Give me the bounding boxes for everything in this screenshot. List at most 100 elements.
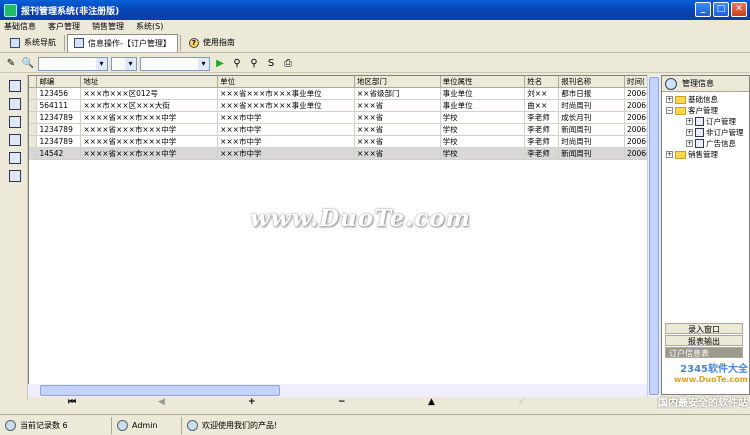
table-cell[interactable]: ×××省: [354, 123, 441, 136]
table-cell[interactable]: 李老师: [524, 111, 560, 124]
table-cell[interactable]: 事业单位: [440, 99, 526, 112]
table-cell[interactable]: 事业单位: [440, 87, 526, 100]
table-cell[interactable]: 14542: [36, 147, 82, 160]
table-row[interactable]: 564111 ×××市×××区×××大街 ×××省×××市×××事业单位 ×××省 事业…: [29, 99, 659, 112]
list-view-icon[interactable]: [9, 80, 21, 92]
row-indicator[interactable]: [29, 147, 38, 160]
filter-field-combo[interactable]: [38, 56, 108, 71]
find-next-icon[interactable]: ⚲: [247, 57, 261, 71]
insert-record-button[interactable]: +: [248, 397, 256, 407]
table-cell[interactable]: ××××省×××市×××中学: [80, 135, 219, 148]
table-cell[interactable]: ×××市中学: [217, 111, 355, 124]
prior-record-button[interactable]: ◀: [158, 397, 165, 407]
minimize-button[interactable]: _: [695, 2, 711, 17]
row-indicator[interactable]: [29, 99, 38, 112]
table-cell[interactable]: 1234789: [36, 111, 82, 124]
table-row[interactable]: 14542 ××××省×××市×××中学 ×××市中学 ×××省 学校 李老师 新闻周刊 20…: [29, 147, 659, 160]
table-row[interactable]: 1234789 ××××省×××市×××中学 ×××市中学 ×××省 学校 李老师 成长月刊…: [29, 111, 659, 124]
table-cell[interactable]: ×××市×××区×××大街: [80, 99, 219, 112]
row-indicator[interactable]: [29, 123, 38, 136]
close-button[interactable]: ✕: [731, 2, 747, 17]
entry-window-button[interactable]: 录入窗口: [665, 323, 743, 334]
table-cell[interactable]: 学校: [440, 147, 526, 160]
first-record-button[interactable]: ⏮: [68, 397, 76, 407]
table-cell[interactable]: 刘××: [524, 87, 560, 100]
table-cell[interactable]: 李老师: [524, 123, 560, 136]
filter-value-combo[interactable]: [140, 56, 210, 71]
table-cell[interactable]: ××××省×××市×××中学: [80, 111, 219, 124]
table-cell[interactable]: 时尚周刊: [558, 99, 625, 112]
edit-pencil-icon[interactable]: ✎: [4, 57, 18, 71]
table-cell[interactable]: 564111: [36, 99, 82, 112]
search-icon[interactable]: 🔍: [21, 57, 35, 71]
filter-operator-combo[interactable]: [111, 56, 137, 71]
table-row[interactable]: 123456 ×××市×××区012号 ×××省×××市×××事业单位 ××省级部门事…: [29, 87, 659, 100]
table-cell[interactable]: ×××省×××市×××事业单位: [217, 99, 355, 112]
menu-sales[interactable]: 销售管理: [92, 21, 124, 32]
table-cell[interactable]: 李老师: [524, 147, 560, 160]
table-cell[interactable]: 1234789: [36, 135, 82, 148]
edit-record-button[interactable]: ▲: [428, 397, 435, 407]
table-cell[interactable]: ×××省: [354, 135, 441, 148]
tree-node-customer[interactable]: − 客户管理: [666, 105, 718, 116]
table-cell[interactable]: ×××市中学: [217, 123, 355, 136]
table-cell[interactable]: 时尚周刊: [558, 135, 625, 148]
run-query-icon[interactable]: ▶: [213, 57, 227, 71]
table-cell[interactable]: 新闻周刊: [558, 123, 625, 136]
delete-icon[interactable]: [9, 170, 21, 182]
table-cell[interactable]: ×××市中学: [217, 147, 355, 160]
horizontal-scrollbar[interactable]: [28, 384, 647, 397]
table-cell[interactable]: ×××市×××区012号: [80, 87, 219, 100]
chart-icon[interactable]: [9, 152, 21, 164]
table-cell[interactable]: 学校: [440, 123, 526, 136]
vertical-scrollbar[interactable]: [647, 75, 660, 397]
report-output-button[interactable]: 报表输出: [665, 335, 743, 346]
delete-record-button[interactable]: −: [338, 397, 346, 407]
table-cell[interactable]: ××××省×××市×××中学: [80, 123, 219, 136]
menu-system[interactable]: 系统(S): [136, 21, 163, 32]
tree-view-icon[interactable]: [9, 98, 21, 110]
table-cell[interactable]: 新闻周刊: [558, 147, 625, 160]
table-cell[interactable]: 都市日报: [558, 87, 625, 100]
column-header[interactable]: 单位: [217, 76, 355, 88]
tab-info-operation[interactable]: 信息操作-【订户管理】: [67, 33, 178, 52]
table-icon[interactable]: [9, 134, 21, 146]
table-cell[interactable]: ×××省: [354, 99, 441, 112]
column-header[interactable]: 地区部门: [354, 76, 441, 88]
table-cell[interactable]: 1234789: [36, 123, 82, 136]
menu-customer[interactable]: 客户管理: [48, 21, 80, 32]
print-icon[interactable]: ⎙: [281, 57, 295, 71]
row-indicator[interactable]: [29, 87, 38, 100]
refresh-icon[interactable]: S: [264, 57, 278, 71]
table-cell[interactable]: 学校: [440, 111, 526, 124]
menu-basic-info[interactable]: 基础信息: [4, 21, 36, 32]
table-cell[interactable]: ×××省×××市×××事业单位: [217, 87, 355, 100]
tree-node-ads[interactable]: + 广告信息: [686, 138, 736, 149]
table-row[interactable]: 1234789 ××××省×××市×××中学 ×××市中学 ×××省 学校 李老师 新闻周刊…: [29, 123, 659, 136]
tree-node-basic-info[interactable]: + 基础信息: [666, 94, 718, 105]
find-icon[interactable]: ⚲: [230, 57, 244, 71]
tree-node-sales[interactable]: + 销售管理: [666, 149, 718, 160]
table-cell[interactable]: ×××省: [354, 147, 441, 160]
record-icon[interactable]: [9, 116, 21, 128]
subscriber-info-button[interactable]: 订户信息表: [665, 347, 743, 358]
column-header[interactable]: 报刊名称: [558, 76, 625, 88]
maximize-button[interactable]: □: [713, 2, 729, 17]
table-cell[interactable]: 成长月刊: [558, 111, 625, 124]
table-cell[interactable]: 曲××: [524, 99, 560, 112]
table-cell[interactable]: 学校: [440, 135, 526, 148]
table-cell[interactable]: ××××省×××市×××中学: [80, 147, 219, 160]
data-grid[interactable]: 邮编 地址 单位 地区部门 单位属性 姓名 报刊名称 时间( 123456 ×××…: [28, 75, 660, 397]
row-indicator[interactable]: [29, 135, 38, 148]
tab-guide[interactable]: ? 使用指南: [183, 34, 241, 52]
table-cell[interactable]: ×××省: [354, 111, 441, 124]
tree-node-subscriber[interactable]: + 订户管理: [686, 116, 736, 127]
column-header[interactable]: 地址: [80, 76, 219, 88]
table-row[interactable]: 1234789 ××××省×××市×××中学 ×××市中学 ×××省 学校 李老师 时尚周刊…: [29, 135, 659, 148]
tab-navigation[interactable]: 系统导航: [4, 34, 62, 52]
table-cell[interactable]: 123456: [36, 87, 82, 100]
column-header[interactable]: 邮编: [36, 76, 82, 88]
table-cell[interactable]: ×××市中学: [217, 135, 355, 148]
table-cell[interactable]: ××省级部门: [354, 87, 441, 100]
table-cell[interactable]: 李老师: [524, 135, 560, 148]
